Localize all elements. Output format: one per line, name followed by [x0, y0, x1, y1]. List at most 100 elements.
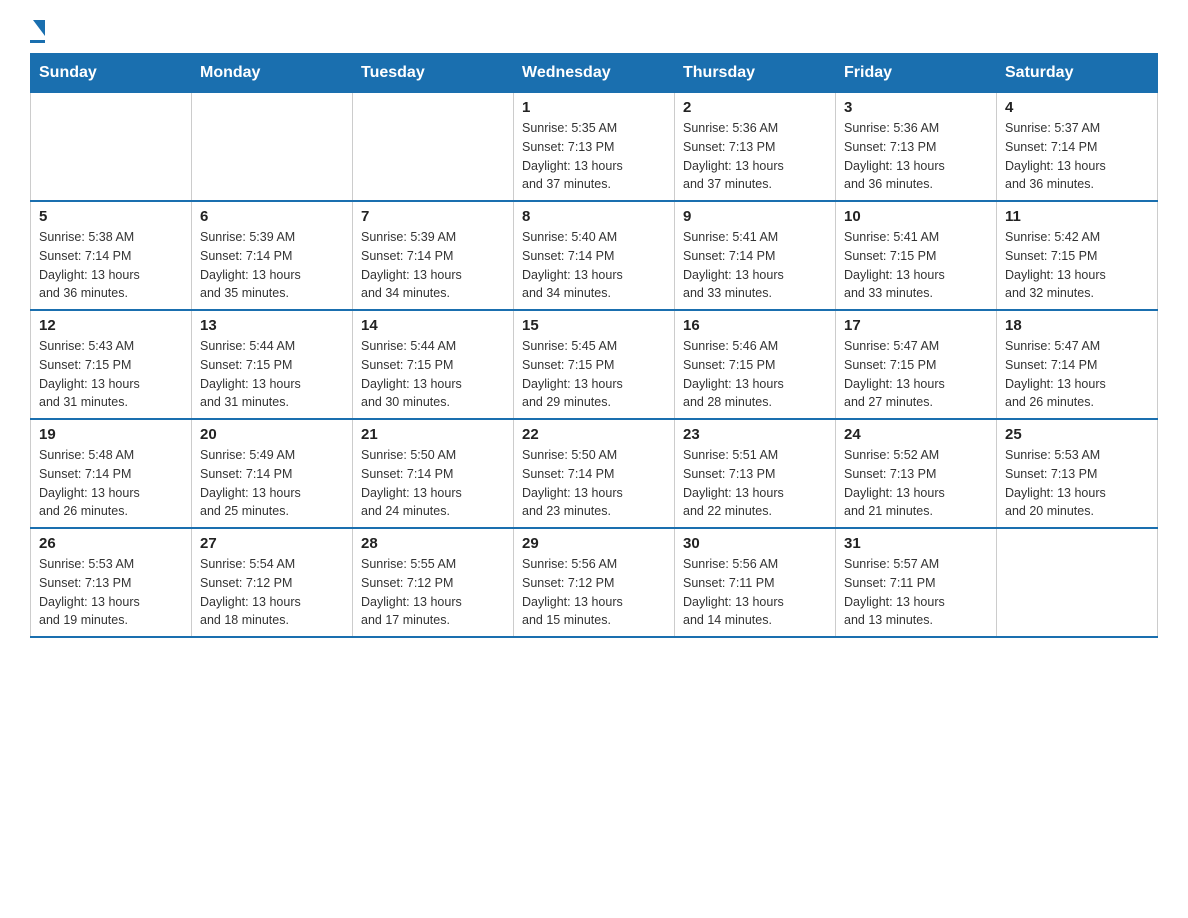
day-number: 4: [1005, 99, 1149, 116]
calendar-cell: 6Sunrise: 5:39 AM Sunset: 7:14 PM Daylig…: [192, 201, 353, 310]
day-number: 26: [39, 535, 183, 552]
calendar-cell: 8 Sunrise: 5:40 AM Sunset: 7:14 PM Daylig…: [514, 201, 675, 310]
calendar-cell: 9Sunrise: 5:41 AM Sunset: 7:14 PM Daylig…: [675, 201, 836, 310]
day-info: Sunrise: 5:39 AM Sunset: 7:14 PM Dayligh…: [361, 228, 505, 303]
day-number: 14: [361, 317, 505, 334]
day-info: Sunrise: 5:35 AM Sunset: 7:13 PM Dayligh…: [522, 119, 666, 194]
day-number: 31: [844, 535, 988, 552]
day-number: 2: [683, 99, 827, 116]
day-info: Sunrise: 5:46 AM Sunset: 7:15 PM Dayligh…: [683, 337, 827, 412]
day-number: 7: [361, 208, 505, 225]
day-info: Sunrise: 5:52 AM Sunset: 7:13 PM Dayligh…: [844, 446, 988, 521]
calendar-cell: 29 Sunrise: 5:56 AM Sunset: 7:12 PM Dayli…: [514, 528, 675, 637]
day-info: Sunrise: 5:45 AM Sunset: 7:15 PM Dayligh…: [522, 337, 666, 412]
day-info: Sunrise: 5:50 AM Sunset: 7:14 PM Dayligh…: [522, 446, 666, 521]
calendar-cell: 23 Sunrise: 5:51 AM Sunset: 7:13 PM Dayli…: [675, 419, 836, 528]
calendar-cell: 4 Sunrise: 5:37 AM Sunset: 7:14 PM Daylig…: [997, 93, 1158, 202]
calendar-cell: 19 Sunrise: 5:48 AM Sunset: 7:14 PM Dayli…: [31, 419, 192, 528]
calendar-week-1: 1 Sunrise: 5:35 AM Sunset: 7:13 PM Daylig…: [31, 93, 1158, 202]
calendar-cell: 26 Sunrise: 5:53 AM Sunset: 7:13 PM Dayli…: [31, 528, 192, 637]
calendar-cell: 10Sunrise: 5:41 AM Sunset: 7:15 PM Dayli…: [836, 201, 997, 310]
day-number: 30: [683, 535, 827, 552]
calendar-cell: 13Sunrise: 5:44 AM Sunset: 7:15 PM Dayli…: [192, 310, 353, 419]
day-info: Sunrise: 5:36 AM Sunset: 7:13 PM Dayligh…: [683, 119, 827, 194]
calendar-cell: [353, 93, 514, 202]
calendar-week-3: 12 Sunrise: 5:43 AM Sunset: 7:15 PM Dayli…: [31, 310, 1158, 419]
day-info: Sunrise: 5:37 AM Sunset: 7:14 PM Dayligh…: [1005, 119, 1149, 194]
day-number: 24: [844, 426, 988, 443]
day-number: 18: [1005, 317, 1149, 334]
calendar-cell: 14 Sunrise: 5:44 AM Sunset: 7:15 PM Dayli…: [353, 310, 514, 419]
day-number: 11: [1005, 208, 1149, 225]
day-info: Sunrise: 5:51 AM Sunset: 7:13 PM Dayligh…: [683, 446, 827, 521]
day-info: Sunrise: 5:40 AM Sunset: 7:14 PM Dayligh…: [522, 228, 666, 303]
day-number: 12: [39, 317, 183, 334]
day-number: 5: [39, 208, 183, 225]
calendar-cell: 21 Sunrise: 5:50 AM Sunset: 7:14 PM Dayli…: [353, 419, 514, 528]
calendar-week-5: 26 Sunrise: 5:53 AM Sunset: 7:13 PM Dayli…: [31, 528, 1158, 637]
day-info: Sunrise: 5:38 AM Sunset: 7:14 PM Dayligh…: [39, 228, 183, 303]
day-number: 29: [522, 535, 666, 552]
calendar-header-row: SundayMondayTuesdayWednesdayThursdayFrid…: [31, 54, 1158, 93]
day-info: Sunrise: 5:56 AM Sunset: 7:12 PM Dayligh…: [522, 555, 666, 630]
day-number: 17: [844, 317, 988, 334]
day-number: 8: [522, 208, 666, 225]
calendar-cell: 3 Sunrise: 5:36 AM Sunset: 7:13 PM Daylig…: [836, 93, 997, 202]
day-info: Sunrise: 5:55 AM Sunset: 7:12 PM Dayligh…: [361, 555, 505, 630]
calendar-cell: 24 Sunrise: 5:52 AM Sunset: 7:13 PM Dayli…: [836, 419, 997, 528]
day-info: Sunrise: 5:54 AM Sunset: 7:12 PM Dayligh…: [200, 555, 344, 630]
day-number: 1: [522, 99, 666, 116]
calendar-cell: 28Sunrise: 5:55 AM Sunset: 7:12 PM Dayli…: [353, 528, 514, 637]
calendar-cell: 30 Sunrise: 5:56 AM Sunset: 7:11 PM Dayli…: [675, 528, 836, 637]
day-info: Sunrise: 5:47 AM Sunset: 7:14 PM Dayligh…: [1005, 337, 1149, 412]
calendar-cell: 18 Sunrise: 5:47 AM Sunset: 7:14 PM Dayli…: [997, 310, 1158, 419]
day-info: Sunrise: 5:53 AM Sunset: 7:13 PM Dayligh…: [1005, 446, 1149, 521]
header-tuesday: Tuesday: [353, 54, 514, 93]
day-info: Sunrise: 5:57 AM Sunset: 7:11 PM Dayligh…: [844, 555, 988, 630]
day-number: 20: [200, 426, 344, 443]
calendar-cell: 7 Sunrise: 5:39 AM Sunset: 7:14 PM Daylig…: [353, 201, 514, 310]
day-number: 21: [361, 426, 505, 443]
day-number: 27: [200, 535, 344, 552]
logo-triangle-icon: [33, 20, 45, 36]
day-info: Sunrise: 5:42 AM Sunset: 7:15 PM Dayligh…: [1005, 228, 1149, 303]
calendar-week-4: 19 Sunrise: 5:48 AM Sunset: 7:14 PM Dayli…: [31, 419, 1158, 528]
day-info: Sunrise: 5:48 AM Sunset: 7:14 PM Dayligh…: [39, 446, 183, 521]
calendar-cell: 25 Sunrise: 5:53 AM Sunset: 7:13 PM Dayli…: [997, 419, 1158, 528]
day-info: Sunrise: 5:39 AM Sunset: 7:14 PM Dayligh…: [200, 228, 344, 303]
page-header: [30, 20, 1158, 43]
day-info: Sunrise: 5:36 AM Sunset: 7:13 PM Dayligh…: [844, 119, 988, 194]
calendar-cell: 15 Sunrise: 5:45 AM Sunset: 7:15 PM Dayli…: [514, 310, 675, 419]
calendar-cell: 2 Sunrise: 5:36 AM Sunset: 7:13 PM Daylig…: [675, 93, 836, 202]
day-number: 9: [683, 208, 827, 225]
day-number: 15: [522, 317, 666, 334]
day-info: Sunrise: 5:56 AM Sunset: 7:11 PM Dayligh…: [683, 555, 827, 630]
day-number: 23: [683, 426, 827, 443]
day-number: 22: [522, 426, 666, 443]
calendar-cell: 5 Sunrise: 5:38 AM Sunset: 7:14 PM Daylig…: [31, 201, 192, 310]
day-number: 13: [200, 317, 344, 334]
header-friday: Friday: [836, 54, 997, 93]
calendar-cell: 11 Sunrise: 5:42 AM Sunset: 7:15 PM Dayli…: [997, 201, 1158, 310]
calendar-cell: [997, 528, 1158, 637]
day-number: 3: [844, 99, 988, 116]
calendar-cell: [31, 93, 192, 202]
logo: [30, 20, 45, 43]
calendar-cell: [192, 93, 353, 202]
day-number: 19: [39, 426, 183, 443]
calendar-cell: 12 Sunrise: 5:43 AM Sunset: 7:15 PM Dayli…: [31, 310, 192, 419]
calendar-cell: 22 Sunrise: 5:50 AM Sunset: 7:14 PM Dayli…: [514, 419, 675, 528]
calendar-cell: 17Sunrise: 5:47 AM Sunset: 7:15 PM Dayli…: [836, 310, 997, 419]
day-info: Sunrise: 5:50 AM Sunset: 7:14 PM Dayligh…: [361, 446, 505, 521]
header-sunday: Sunday: [31, 54, 192, 93]
day-info: Sunrise: 5:49 AM Sunset: 7:14 PM Dayligh…: [200, 446, 344, 521]
calendar-cell: 31 Sunrise: 5:57 AM Sunset: 7:11 PM Dayli…: [836, 528, 997, 637]
day-info: Sunrise: 5:43 AM Sunset: 7:15 PM Dayligh…: [39, 337, 183, 412]
calendar-table: SundayMondayTuesdayWednesdayThursdayFrid…: [30, 53, 1158, 638]
day-info: Sunrise: 5:44 AM Sunset: 7:15 PM Dayligh…: [361, 337, 505, 412]
day-number: 25: [1005, 426, 1149, 443]
calendar-cell: 27 Sunrise: 5:54 AM Sunset: 7:12 PM Dayli…: [192, 528, 353, 637]
calendar-cell: 20 Sunrise: 5:49 AM Sunset: 7:14 PM Dayli…: [192, 419, 353, 528]
day-info: Sunrise: 5:53 AM Sunset: 7:13 PM Dayligh…: [39, 555, 183, 630]
header-monday: Monday: [192, 54, 353, 93]
